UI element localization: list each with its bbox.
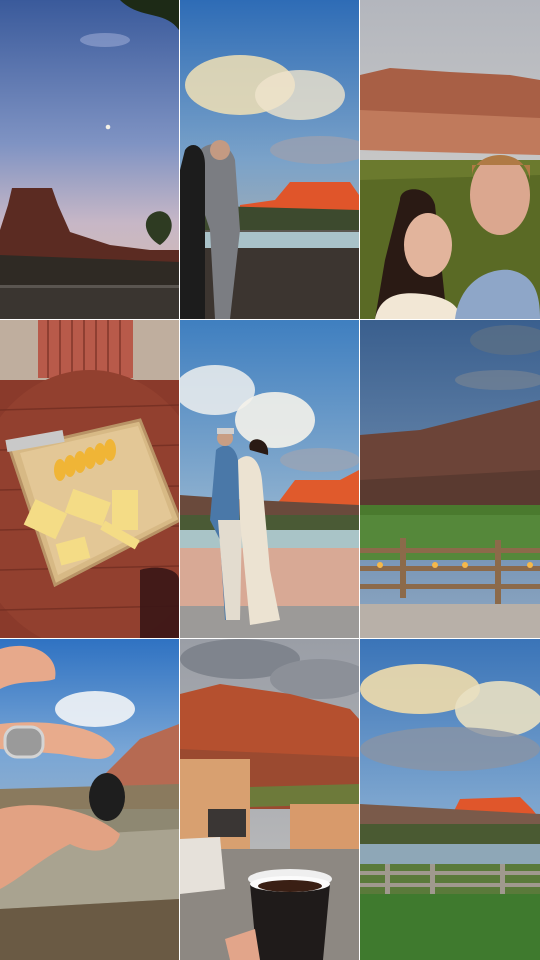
photo-tile-hand-stone[interactable] (0, 639, 179, 960)
moon-icon (105, 124, 111, 130)
photo-tile-coffee-patio[interactable] (180, 639, 359, 960)
sunset-river-photo (360, 639, 540, 960)
photo-tile-fence-lights[interactable] (360, 320, 540, 638)
stone-icon (89, 773, 125, 821)
moon-butte-photo (0, 0, 179, 319)
couple-dancing-photo (180, 320, 359, 638)
hand-stone-photo (0, 639, 179, 960)
photo-tile-cheese-board[interactable] (0, 320, 179, 638)
photo-tile-sunset-river[interactable] (360, 639, 540, 960)
couple-selfie-photo (360, 0, 540, 319)
coffee-patio-photo (180, 639, 359, 960)
photo-tile-moon-butte[interactable] (0, 0, 179, 319)
photo-tile-couple-dancing[interactable] (180, 320, 359, 638)
photo-tile-couple-selfie[interactable] (360, 0, 540, 319)
fence-lights-photo (360, 320, 540, 638)
cheese-board-photo (0, 320, 179, 638)
photo-collage (0, 0, 540, 960)
photo-tile-couple-embrace[interactable] (180, 0, 359, 319)
couple-embrace-photo (180, 0, 359, 319)
